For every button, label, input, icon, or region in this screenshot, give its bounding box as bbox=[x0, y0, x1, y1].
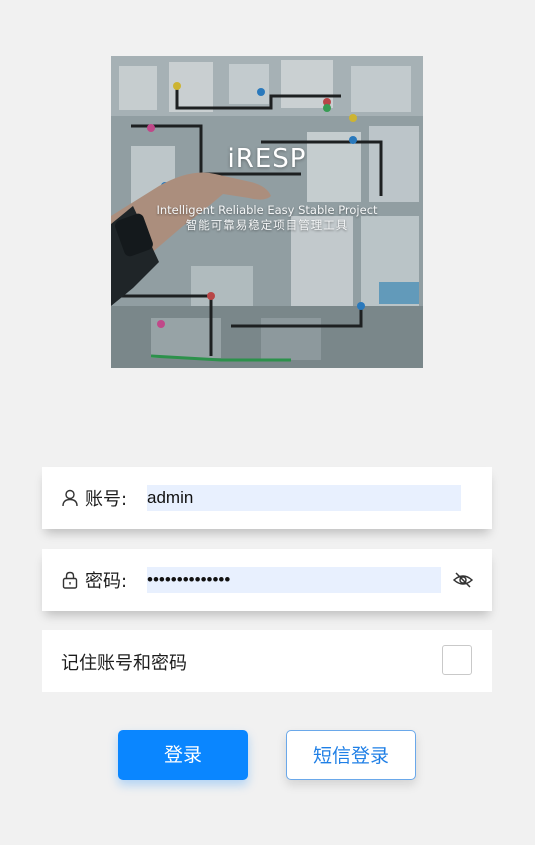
password-input[interactable] bbox=[147, 567, 441, 593]
password-row: 密码: bbox=[42, 549, 492, 611]
remember-checkbox[interactable] bbox=[442, 645, 472, 675]
login-button[interactable]: 登录 bbox=[118, 730, 248, 780]
hero-image: iRESP Intelligent Reliable Easy Stable P… bbox=[111, 56, 423, 368]
user-icon bbox=[62, 489, 78, 507]
tagline-english: Intelligent Reliable Easy Stable Project bbox=[156, 203, 378, 217]
account-input[interactable] bbox=[147, 485, 461, 511]
tagline-chinese: 智能可靠易稳定项目管理工具 bbox=[185, 218, 349, 232]
account-label: 账号: bbox=[85, 489, 128, 510]
account-row: 账号: bbox=[42, 467, 492, 529]
brand-name: iRESP bbox=[227, 144, 307, 174]
remember-label: 记住账号和密码 bbox=[61, 653, 187, 674]
password-label: 密码: bbox=[85, 571, 128, 592]
eye-off-icon[interactable] bbox=[452, 571, 474, 589]
remember-row: 记住账号和密码 bbox=[42, 630, 492, 692]
sms-login-button[interactable]: 短信登录 bbox=[286, 730, 416, 780]
lock-icon bbox=[62, 571, 78, 589]
